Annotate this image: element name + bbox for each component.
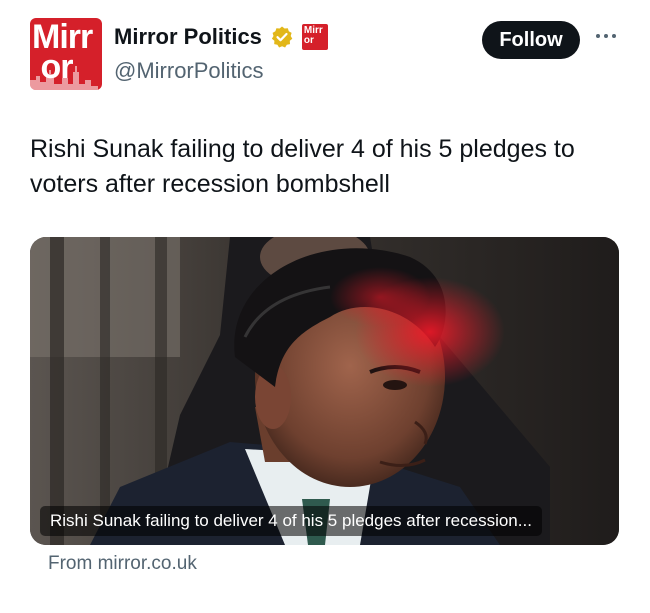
account-handle[interactable]: @MirrorPolitics [114, 58, 263, 84]
card-photo [30, 237, 619, 545]
mirror-logo-text: Mirr or [32, 18, 93, 86]
tweet-text: Rishi Sunak failing to deliver 4 of his … [30, 135, 575, 198]
verified-badge-icon [271, 26, 293, 48]
card-caption: Rishi Sunak failing to deliver 4 of his … [40, 506, 542, 536]
account-avatar[interactable]: Mirr or [30, 18, 102, 90]
name-row: Mirror Politics Mirr or [114, 24, 328, 50]
more-options-icon[interactable] [594, 28, 618, 44]
follow-button[interactable]: Follow [482, 21, 580, 59]
display-name[interactable]: Mirror Politics [114, 24, 262, 50]
link-source[interactable]: From mirror.co.uk [48, 553, 197, 575]
affiliate-badge-logo: Mirr or [301, 24, 328, 50]
link-card[interactable]: Rishi Sunak failing to deliver 4 of his … [30, 237, 619, 545]
